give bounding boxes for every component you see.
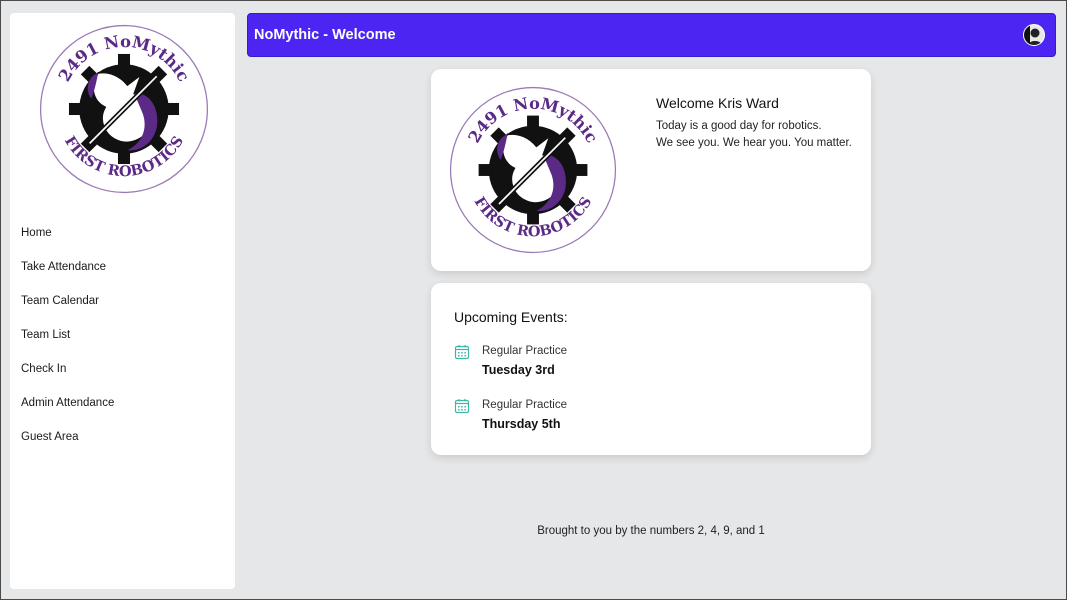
event-day: Tuesday 3rd — [482, 363, 555, 377]
welcome-title: Welcome Kris Ward — [656, 95, 779, 111]
sidebar-item-check-in[interactable]: Check In — [10, 357, 235, 391]
event-item[interactable]: Regular Practice Tuesday 3rd — [454, 343, 834, 383]
footer-text: Brought to you by the numbers 2, 4, 9, a… — [537, 525, 765, 537]
sidebar-item-team-calendar[interactable]: Team Calendar — [10, 289, 235, 323]
sidebar-nav: Home Take Attendance Team Calendar Team … — [10, 221, 235, 459]
sidebar: 2491 NoMythic FIRST ROBOTICS Home Take A… — [10, 13, 235, 589]
sidebar-item-guest-area[interactable]: Guest Area — [10, 425, 235, 459]
top-bar: NoMythic - Welcome — [247, 13, 1056, 57]
sidebar-item-take-attendance[interactable]: Take Attendance — [10, 255, 235, 289]
welcome-message-line-2: We see you. We hear you. You matter. — [656, 137, 852, 149]
welcome-card: 2491 NoMythic FIRST ROBOTICS Welcome Kri… — [431, 69, 871, 271]
events-title: Upcoming Events: — [454, 309, 568, 325]
calendar-icon — [454, 345, 470, 360]
app-window: 2491 NoMythic FIRST ROBOTICS Home Take A… — [1, 1, 1066, 599]
event-day: Thursday 5th — [482, 417, 561, 431]
event-name: Regular Practice — [482, 399, 568, 411]
upcoming-events-card: Upcoming Events: Regular Practice Tuesda… — [431, 283, 871, 455]
team-logo: 2491 NoMythic FIRST ROBOTICS — [449, 86, 617, 254]
event-item[interactable]: Regular Practice Thursday 5th — [454, 397, 834, 437]
sidebar-item-team-list[interactable]: Team List — [10, 323, 235, 357]
calendar-icon — [454, 399, 470, 414]
user-avatar-icon[interactable] — [1023, 24, 1045, 46]
event-name: Regular Practice — [482, 345, 568, 357]
page-title: NoMythic - Welcome — [254, 27, 396, 43]
team-logo: 2491 NoMythic FIRST ROBOTICS — [39, 24, 209, 194]
sidebar-item-home[interactable]: Home — [10, 221, 235, 255]
welcome-message-line-1: Today is a good day for robotics. — [656, 120, 822, 132]
sidebar-item-admin-attendance[interactable]: Admin Attendance — [10, 391, 235, 425]
